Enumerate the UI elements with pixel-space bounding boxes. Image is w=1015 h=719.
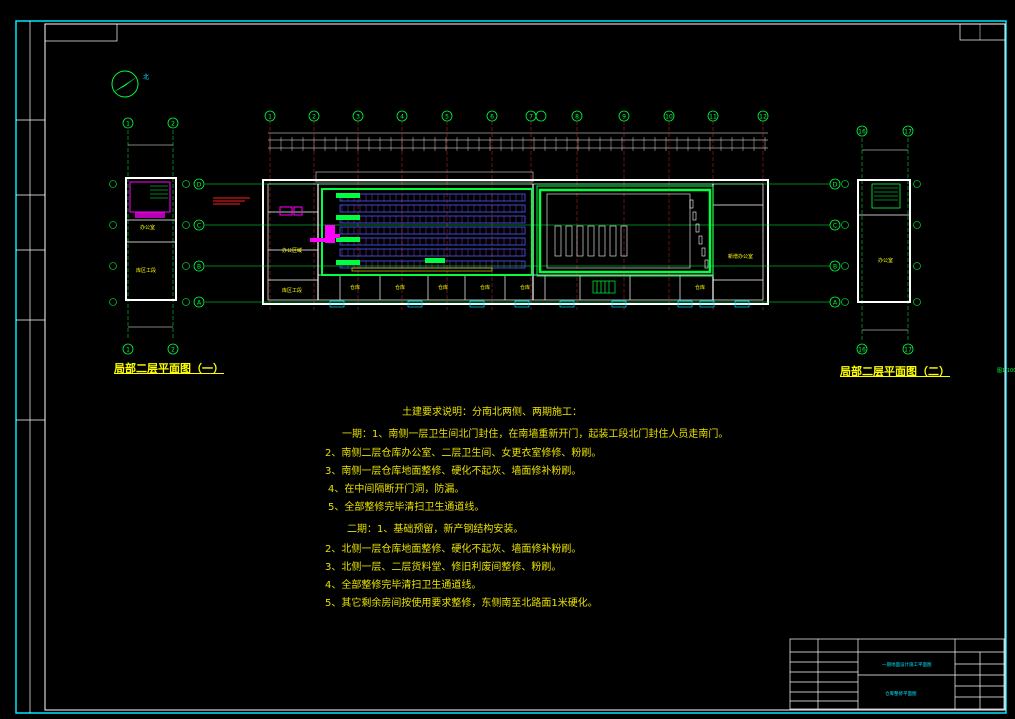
- axis-bubble: 16: [856, 125, 868, 137]
- axis-bubble: A: [829, 296, 841, 308]
- svg-text:8: 8: [575, 114, 579, 121]
- svg-text:17: 17: [904, 129, 912, 136]
- svg-text:C: C: [197, 223, 201, 230]
- axis-bubble: 12: [757, 110, 769, 122]
- axis-bubble: 2: [167, 117, 179, 129]
- title-block: [789, 638, 1005, 710]
- main-floor-plan: 办公区域 库区工段 仓库 仓库 仓库 仓库 仓库 新增办公室 仓库: [205, 121, 830, 310]
- svg-text:2: 2: [312, 114, 316, 121]
- svg-text:2: 2: [171, 347, 175, 354]
- svg-text:仓库: 仓库: [520, 284, 530, 291]
- svg-text:仓库: 仓库: [480, 284, 490, 291]
- phase2-item-4: 4、全部整修完毕清扫卫生通道线。: [325, 580, 482, 591]
- axis-bubble: B: [193, 260, 205, 272]
- svg-text:1: 1: [268, 114, 272, 121]
- svg-text:6: 6: [490, 114, 494, 121]
- svg-text:D: D: [833, 182, 838, 189]
- axis-bubble: 11: [707, 110, 719, 122]
- svg-text:9: 9: [622, 114, 626, 121]
- svg-text:仓库: 仓库: [350, 284, 360, 291]
- svg-text:16: 16: [858, 129, 866, 136]
- phase1-item-4: 4、在中间隔断开门洞，防漏。: [328, 484, 465, 495]
- axis-bubble: 2: [308, 110, 320, 122]
- svg-text:5: 5: [445, 114, 449, 121]
- svg-text:A: A: [197, 300, 202, 307]
- svg-text:一期地面设计施工平面图: 一期地面设计施工平面图: [882, 661, 932, 668]
- svg-text:2: 2: [171, 121, 175, 128]
- phase2-item-2: 2、北侧一层仓库地面整修、硬化不起灰、墙面修补粉刷。: [325, 544, 582, 555]
- axis-bubble: 7: [525, 110, 537, 122]
- phase1-title: 一期：1、南侧一层卫生间北门封住，在南墙重新开门，起装工段北门封住人员走南门。: [342, 429, 729, 440]
- axis-bubble: 17: [902, 125, 914, 137]
- notes-heading: 土建要求说明：分南北两侧、两期施工：: [402, 407, 582, 418]
- svg-text:12: 12: [759, 114, 767, 121]
- svg-text:1: 1: [126, 121, 130, 128]
- svg-text:D: D: [197, 182, 202, 189]
- svg-text:A: A: [833, 300, 838, 307]
- axis-bubble: 4: [396, 110, 408, 122]
- svg-text:图1:100: 图1:100: [997, 368, 1015, 374]
- axis-bubble: 3: [352, 110, 364, 122]
- svg-text:4: 4: [400, 114, 404, 121]
- svg-text:1: 1: [126, 347, 130, 354]
- right-plan-title: 局部二层平面图（二）: [840, 365, 950, 378]
- axis-bubble: 5: [441, 110, 453, 122]
- svg-text:新增办公室: 新增办公室: [728, 253, 753, 260]
- phase1-item-5: 5、全部整修完毕清扫卫生通道线。: [328, 502, 485, 513]
- axis-bubble: 6: [486, 110, 498, 122]
- svg-text:3: 3: [356, 114, 360, 121]
- axis-bubble: B: [829, 260, 841, 272]
- north-arrow-icon: 北: [111, 70, 149, 98]
- svg-text:17: 17: [904, 347, 912, 354]
- phase1-item-3: 3、南侧一层仓库地面整修、硬化不起灰、墙面修补粉刷。: [325, 466, 582, 477]
- svg-text:B: B: [197, 264, 201, 271]
- axis-bubble: 10: [663, 110, 675, 122]
- axis-bubble: 1: [122, 343, 134, 355]
- axis-bubble: D: [829, 178, 841, 190]
- svg-text:库区工段: 库区工段: [282, 287, 302, 294]
- axis-bubble: [535, 110, 547, 122]
- svg-text:仓库整修平面图: 仓库整修平面图: [885, 690, 917, 697]
- svg-text:办公区域: 办公区域: [282, 247, 302, 254]
- svg-text:仓库: 仓库: [695, 284, 705, 291]
- left-partial-plan: 办公室 库区工段: [125, 130, 177, 340]
- svg-text:C: C: [833, 223, 837, 230]
- svg-text:7: 7: [529, 114, 533, 121]
- axis-bubble: 9: [618, 110, 630, 122]
- svg-text:10: 10: [665, 114, 673, 121]
- right-partial-plan: 办公室: [857, 138, 911, 340]
- axis-bubble: C: [193, 219, 205, 231]
- left-plan-title: 局部二层平面图（一）: [114, 362, 224, 375]
- axis-bubble: 2: [167, 343, 179, 355]
- phase1-item-2: 2、南侧二层仓库办公室、二层卫生间、女更衣室修修、粉刷。: [325, 448, 602, 459]
- axis-bubble: 1: [264, 110, 276, 122]
- axis-bubble: D: [193, 178, 205, 190]
- axis-bubble: 8: [571, 110, 583, 122]
- svg-text:库区工段: 库区工段: [136, 267, 156, 274]
- axis-bubble: 1: [122, 117, 134, 129]
- phase2-item-3: 3、北侧一层、二层货料堂、修旧利废间整修、粉刷。: [325, 562, 562, 573]
- axis-bubble: A: [193, 296, 205, 308]
- svg-text:北: 北: [143, 73, 149, 81]
- svg-text:办公室: 办公室: [140, 224, 155, 231]
- phase2-title: 二期：1、基础预留，新产钢结构安装。: [347, 524, 524, 535]
- svg-text:仓库: 仓库: [395, 284, 405, 291]
- svg-text:16: 16: [858, 347, 866, 354]
- svg-text:仓库: 仓库: [438, 284, 448, 291]
- svg-text:办公室: 办公室: [878, 257, 893, 264]
- axis-bubble: C: [829, 219, 841, 231]
- svg-text:11: 11: [709, 114, 717, 121]
- svg-text:B: B: [833, 264, 837, 271]
- axis-bubble: 17: [902, 343, 914, 355]
- axis-bubble: 16: [856, 343, 868, 355]
- phase2-item-5: 5、其它剩余房间按使用要求整修，东侧南至北路面1米硬化。: [325, 598, 598, 609]
